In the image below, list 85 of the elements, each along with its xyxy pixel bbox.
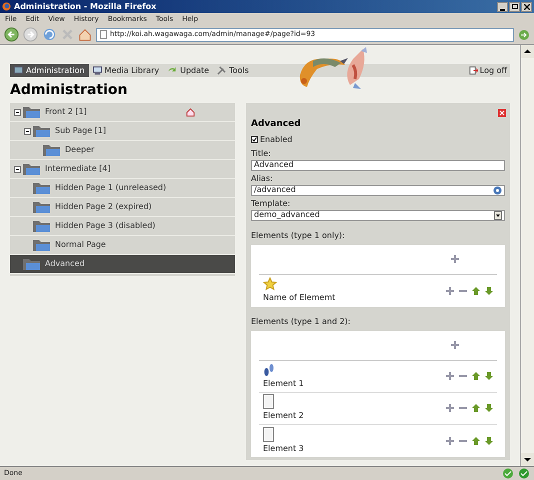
- monitor-icon: [14, 66, 23, 75]
- home-icon[interactable]: [78, 28, 92, 42]
- tree-item[interactable]: Sub Page [1]: [10, 122, 235, 141]
- up-arrow-icon[interactable]: [472, 404, 480, 412]
- tree-item[interactable]: Deeper: [10, 141, 235, 160]
- door-icon: [468, 66, 478, 75]
- maximize-button[interactable]: [509, 2, 520, 12]
- collapse-icon[interactable]: [24, 128, 30, 134]
- field-label: Template:: [251, 198, 292, 210]
- add-icon[interactable]: [446, 372, 454, 380]
- folder-icon: [22, 105, 41, 119]
- up-arrow-icon[interactable]: [472, 372, 480, 380]
- folder-icon: [32, 238, 51, 252]
- element-name: Name of Elememt: [263, 292, 336, 304]
- close-button[interactable]: [521, 2, 532, 12]
- down-arrow-icon[interactable]: [485, 436, 493, 444]
- window-title: Administration - Mozilla Firefox: [14, 0, 158, 12]
- down-arrow-icon[interactable]: [485, 372, 493, 380]
- collapse-icon[interactable]: [14, 108, 20, 116]
- forward-icon[interactable]: [23, 27, 38, 42]
- folder-icon: [32, 124, 51, 138]
- document-icon: [263, 426, 274, 442]
- page-heading: Administration: [10, 81, 128, 99]
- collapse-icon[interactable]: [14, 166, 20, 172]
- help-icon[interactable]: [493, 186, 502, 194]
- add-icon[interactable]: [446, 286, 454, 294]
- folder-icon: [32, 219, 51, 233]
- reload-icon[interactable]: [42, 27, 57, 42]
- star-icon: [263, 277, 277, 291]
- folder-icon: [22, 257, 41, 271]
- close-icon: [524, 4, 530, 10]
- element-name: Element 1: [263, 378, 304, 390]
- folder-icon: [22, 162, 41, 176]
- folder-icon: [32, 200, 51, 214]
- up-arrow-icon[interactable]: [472, 286, 480, 294]
- tree-item[interactable]: Front 2 [1]: [10, 103, 235, 122]
- field-label: Alias:: [251, 172, 274, 184]
- folder-icon: [42, 143, 61, 157]
- monitor-icon: [92, 66, 102, 75]
- field-label: Title:: [251, 148, 272, 160]
- template-dropdown[interactable]: demo_advanced: [251, 210, 505, 220]
- back-icon[interactable]: [4, 27, 19, 42]
- nav-tab[interactable]: Tools: [213, 64, 253, 77]
- go-icon[interactable]: [518, 28, 530, 40]
- tree-item[interactable]: Hidden Page 2 (expired): [10, 198, 235, 217]
- folder-icon: [32, 181, 51, 195]
- close-icon[interactable]: [498, 109, 506, 117]
- minimize-icon: [500, 8, 505, 10]
- section-label: Elements (type 1 and 2):: [251, 316, 352, 328]
- down-arrow-icon[interactable]: [485, 404, 493, 412]
- remove-icon[interactable]: [459, 372, 467, 380]
- scroll-up-icon[interactable]: [521, 45, 534, 58]
- nav-tab[interactable]: Media Library: [88, 64, 164, 77]
- scroll-down-icon[interactable]: [521, 453, 534, 466]
- nav-tab[interactable]: Update: [163, 64, 214, 77]
- remove-icon[interactable]: [459, 404, 467, 412]
- minimize-button[interactable]: [497, 2, 508, 12]
- check-icon: [502, 468, 514, 479]
- nav-tab[interactable]: Administration: [10, 64, 89, 77]
- page-icon: [100, 30, 107, 39]
- tree-item[interactable]: Hidden Page 1 (unreleased): [10, 179, 235, 198]
- add-icon[interactable]: [446, 436, 454, 444]
- checkbox[interactable]: [251, 136, 258, 143]
- scrollbar[interactable]: [520, 45, 534, 466]
- up-arrow-icon[interactable]: [472, 436, 480, 444]
- maximize-icon: [512, 4, 518, 9]
- footprint-icon: [263, 362, 275, 376]
- log-off-button[interactable]: Log off: [466, 64, 510, 77]
- tree-item[interactable]: Intermediate [4]: [10, 160, 235, 179]
- down-arrow-icon[interactable]: [485, 286, 493, 294]
- tree-item[interactable]: Advanced: [10, 255, 235, 274]
- add-icon[interactable]: [446, 404, 454, 412]
- wrench-icon: [217, 66, 226, 75]
- text-field[interactable]: Advanced: [251, 160, 505, 170]
- panel-title: Advanced: [251, 118, 301, 131]
- element-name: Element 3: [263, 442, 304, 454]
- checkbox-label: Enabled: [260, 134, 292, 146]
- section-label: Elements (type 1 only):: [251, 230, 346, 242]
- add-icon[interactable]: [451, 341, 459, 349]
- element-name: Element 2: [263, 410, 304, 422]
- text-field[interactable]: /advanced: [251, 184, 505, 196]
- document-icon: [263, 394, 274, 409]
- add-icon[interactable]: [451, 255, 459, 263]
- tree-item[interactable]: Hidden Page 3 (disabled): [10, 217, 235, 236]
- check-icon: [518, 468, 530, 479]
